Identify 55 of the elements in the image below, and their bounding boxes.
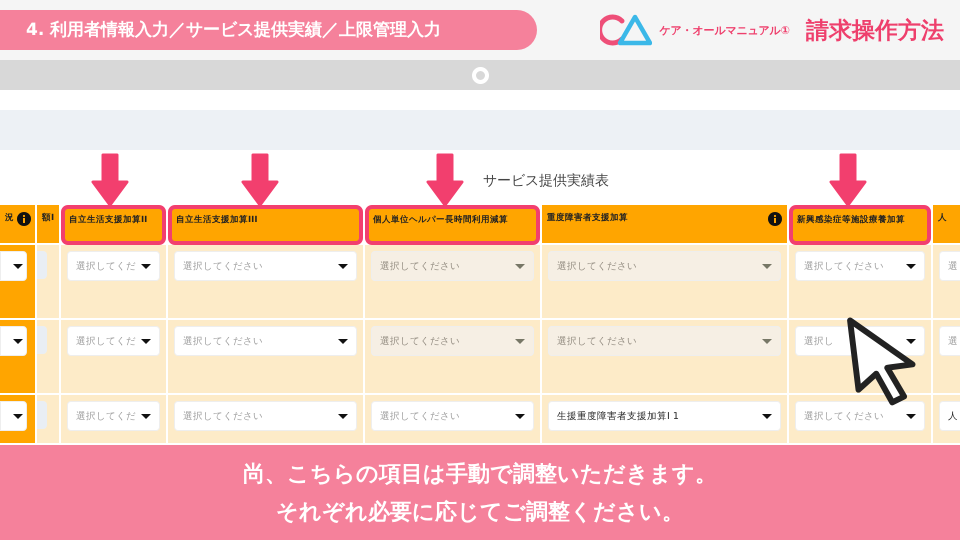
column-header: 況 xyxy=(0,205,35,245)
caret-icon xyxy=(906,338,916,344)
logo-icon xyxy=(600,13,652,47)
dropdown[interactable]: 生援重度障害者支援加算I 1 xyxy=(548,401,781,431)
dropdown[interactable]: 選 xyxy=(939,326,960,356)
caret-icon xyxy=(515,414,525,418)
caret-icon xyxy=(762,414,772,418)
column-header: 新興感染症等施設療養加算 xyxy=(789,205,931,245)
manual-name: ケア・オールマニュアル① xyxy=(660,22,790,38)
caption-text: 尚、こちらの項目は手動で調整いただきます。 xyxy=(243,460,717,488)
section-title: 4. 利用者情報入力／サービス提供実績／上限管理入力 xyxy=(0,10,537,50)
input-field[interactable] xyxy=(37,326,47,354)
dropdown[interactable]: 選択してください xyxy=(174,251,357,281)
dropdown[interactable] xyxy=(0,251,27,281)
caret-icon xyxy=(906,414,916,418)
input-field[interactable] xyxy=(37,401,47,429)
caret-icon xyxy=(13,264,23,268)
dropdown[interactable]: 選択してくだ xyxy=(67,326,160,356)
dropdown[interactable]: 選択してください xyxy=(795,251,925,281)
column-header: 自立生活支援加算II xyxy=(61,205,166,245)
table-title: サービス提供実績表 xyxy=(483,172,609,190)
info-icon[interactable] xyxy=(17,212,31,226)
info-icon[interactable] xyxy=(768,212,782,226)
caption-text: それぞれ必要に応じてご調整ください。 xyxy=(276,498,684,526)
caret-icon xyxy=(141,414,151,418)
caret-icon xyxy=(13,338,23,344)
caret-icon xyxy=(762,338,772,344)
dropdown[interactable]: 選択してください xyxy=(174,401,357,431)
caret-icon xyxy=(338,414,348,418)
column-header: 自立生活支援加算III xyxy=(168,205,363,245)
column-header: 人 xyxy=(933,205,960,245)
dropdown[interactable]: 選択してください xyxy=(174,326,357,356)
dropdown[interactable]: 選択してください xyxy=(795,401,925,431)
caret-icon xyxy=(338,338,348,344)
page-title: 請求操作方法 xyxy=(806,16,944,46)
column-header: 額I xyxy=(37,205,59,245)
dropdown[interactable] xyxy=(0,401,27,431)
circle-icon xyxy=(472,66,488,84)
dropdown[interactable]: 選択してくだ xyxy=(67,251,160,281)
caret-icon xyxy=(13,414,23,418)
dropdown[interactable]: 選択してくだ xyxy=(67,401,160,431)
dropdown[interactable]: 選択してください xyxy=(371,401,534,431)
caret-icon xyxy=(338,264,348,268)
caret-icon xyxy=(515,264,525,268)
column-header: 個人単位ヘルパー長時間利用減算 xyxy=(365,205,540,245)
dropdown[interactable] xyxy=(0,326,27,356)
dropdown[interactable]: 選 xyxy=(939,251,960,281)
caret-icon xyxy=(141,264,151,268)
caret-icon xyxy=(762,264,772,268)
input-field[interactable] xyxy=(37,251,47,279)
caret-icon xyxy=(906,264,916,268)
column-header: 重度障害者支援加算 xyxy=(542,205,787,245)
caret-icon xyxy=(141,338,151,344)
dropdown[interactable]: 人 xyxy=(939,401,960,431)
caret-icon xyxy=(515,338,525,344)
